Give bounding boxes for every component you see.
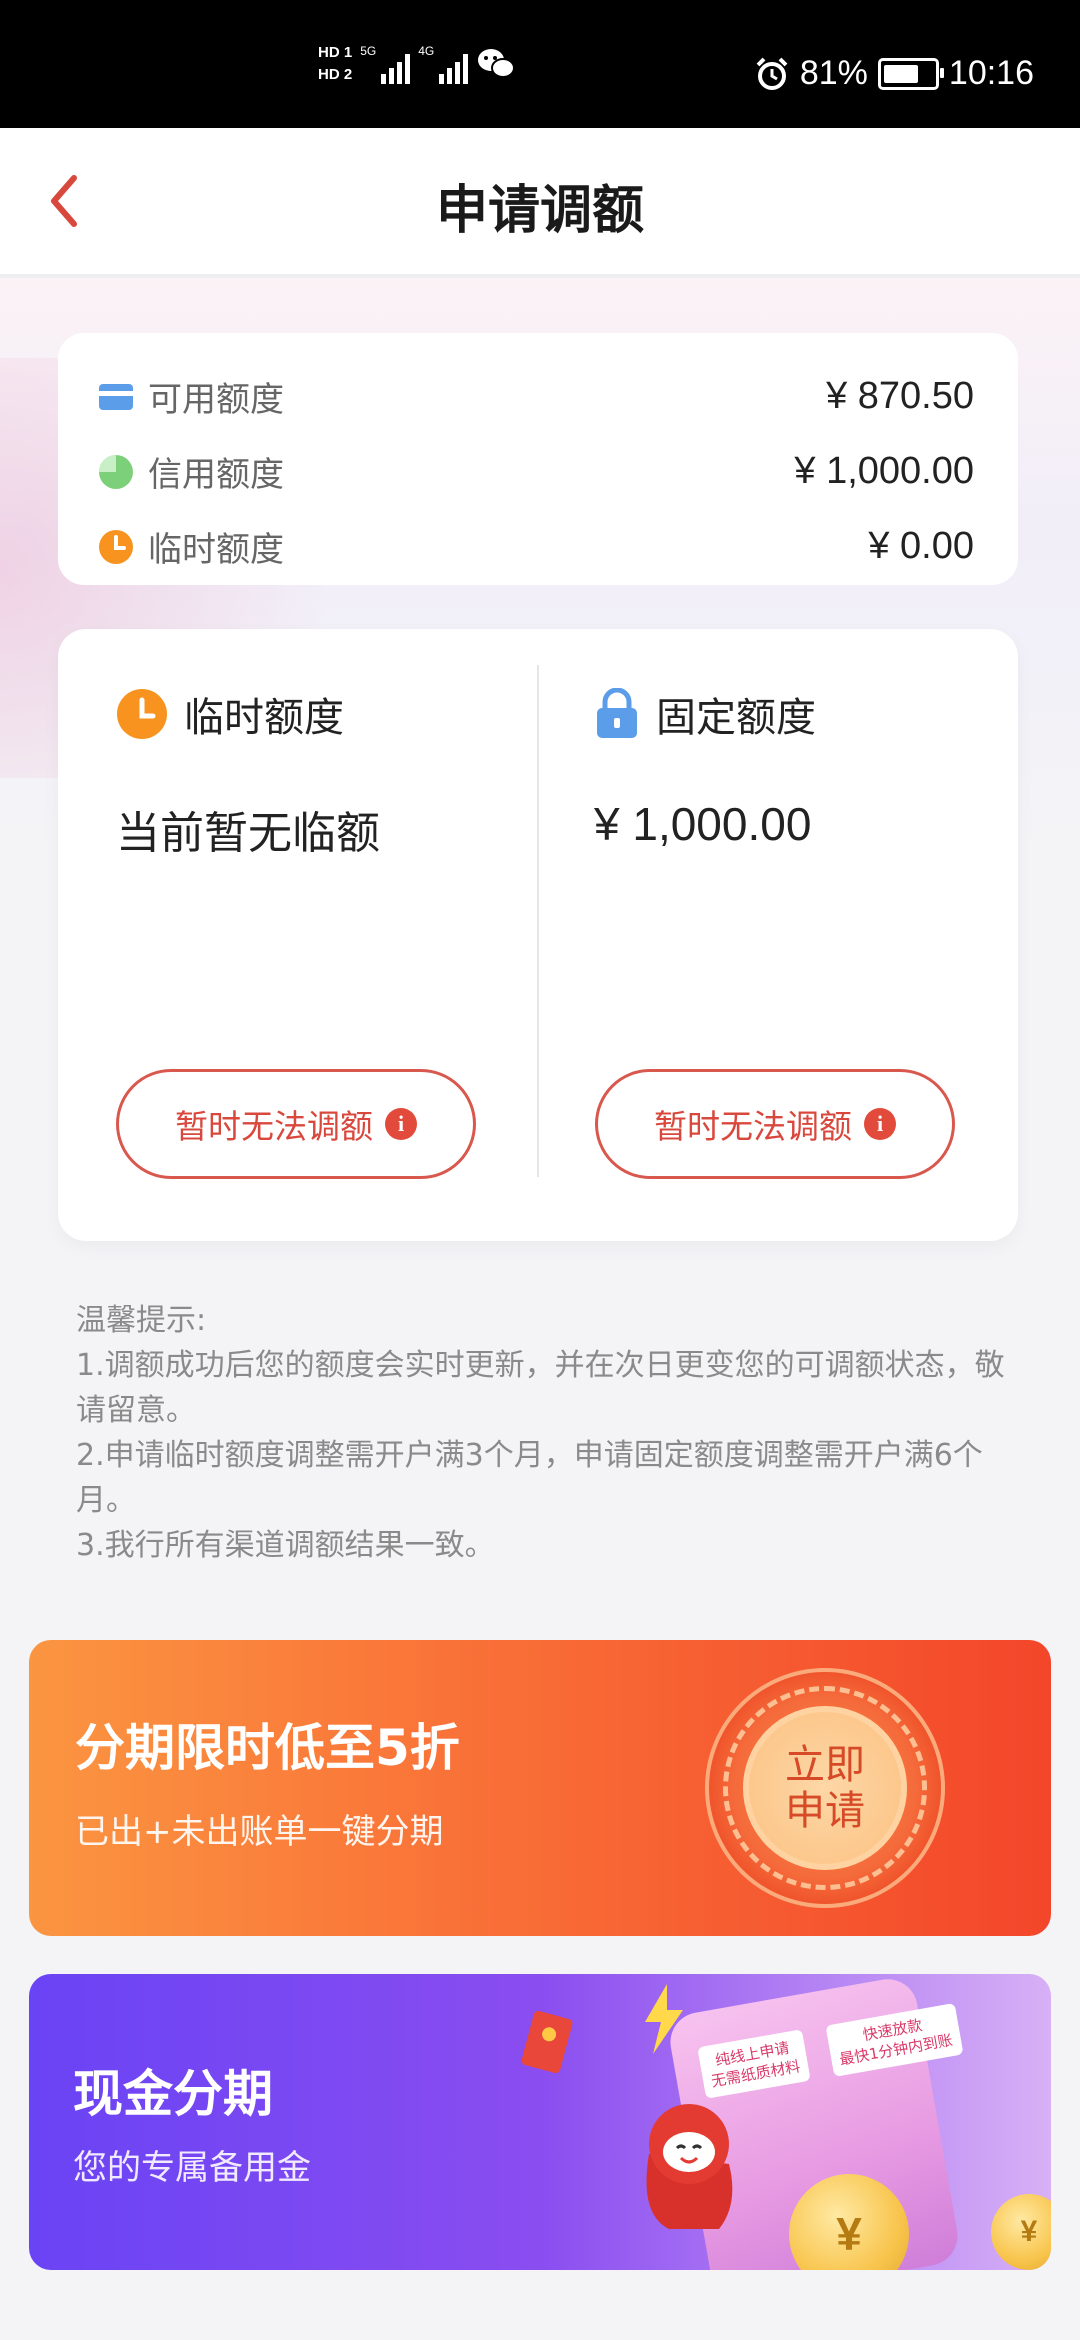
cash-banner-subtitle: 您的专属备用金: [73, 2148, 311, 2188]
red-envelope-icon: [521, 2010, 573, 2074]
info-icon[interactable]: i: [864, 1108, 896, 1140]
summary-row-credit: 信用额度 ¥ 1,000.00: [98, 434, 974, 509]
summary-label: 临时额度: [148, 530, 284, 570]
summary-value: ¥ 1,000.00: [794, 450, 974, 492]
installment-banner[interactable]: 分期限时低至5折 已出+未出账单一键分期 立即 申请: [29, 1640, 1051, 1936]
installment-banner-title: 分期限时低至5折: [75, 1719, 460, 1777]
cash-banner-title: 现金分期: [73, 2065, 273, 2123]
temporary-quota-value: 当前暂无临额: [116, 808, 380, 859]
fixed-adjust-button[interactable]: 暂时无法调额 i: [595, 1069, 955, 1179]
wechat-icon: [478, 49, 516, 78]
temporary-quota-title: 临时额度: [184, 695, 344, 741]
tip-item: 1.调额成功后您的额度会实时更新，并在次日更变您的可调额状态，敬请留意。: [76, 1348, 1005, 1428]
summary-label: 信用额度: [148, 455, 284, 495]
alarm-icon: [756, 57, 788, 90]
fixed-quota-value: ¥ 1,000.00: [594, 798, 812, 850]
battery-icon: [877, 57, 944, 90]
summary-label: 可用额度: [148, 380, 284, 420]
info-icon[interactable]: i: [385, 1108, 417, 1140]
quota-card: 临时额度 当前暂无临额 暂时无法调额 i 固定额度 ¥ 1,000.00 暂时无…: [58, 629, 1018, 1241]
temporary-quota-panel: 临时额度 当前暂无临额 暂时无法调额 i: [58, 629, 538, 1241]
apply-now-badge: 立即 申请: [743, 1706, 907, 1870]
button-label: 暂时无法调额: [175, 1107, 373, 1146]
apply-line-2: 申请: [785, 1788, 865, 1834]
apply-now-button[interactable]: 立即 申请: [705, 1668, 945, 1908]
coin-glyph: ¥: [836, 2208, 862, 2260]
fixed-quota-header: 固定额度: [594, 685, 816, 743]
battery-percent: 81%: [799, 54, 868, 92]
button-label: 暂时无法调额: [654, 1107, 852, 1146]
summary-row-temporary: 临时额度 ¥ 0.00: [98, 509, 974, 584]
summary-row-available: 可用额度 ¥ 870.50: [98, 359, 974, 434]
signal-icon-2: 4G: [418, 44, 469, 84]
network-indicators: HD 1 HD 2 5G 4G: [318, 44, 516, 84]
status-bar: HD 1 HD 2 5G 4G 81% 10:16: [0, 0, 1080, 128]
fixed-quota-title: 固定额度: [656, 695, 816, 741]
cash-installment-banner[interactable]: 现金分期 您的专属备用金 纯线上申请 无需纸质材料 快速放款 最快1分钟内到账 …: [29, 1974, 1051, 2270]
network-type-1: 5G: [360, 44, 377, 58]
credit-summary-card: 可用额度 ¥ 870.50 信用额度 ¥ 1,000.00 临时额度 ¥ 0.0…: [58, 333, 1018, 585]
tips-section: 温馨提示: 1.调额成功后您的额度会实时更新，并在次日更变您的可调额状态，敬请留…: [76, 1298, 1016, 1568]
status-right: 81% 10:16: [754, 54, 1034, 93]
clock-icon: [98, 529, 134, 565]
hd-indicator: HD 1 HD 2: [318, 44, 352, 84]
mascot-icon: [646, 2104, 733, 2229]
clock-time: 10:16: [948, 54, 1034, 92]
hd2-label: HD 2: [318, 66, 353, 83]
coin-icon: ¥: [991, 2194, 1051, 2270]
temporary-adjust-button[interactable]: 暂时无法调额 i: [116, 1069, 476, 1179]
tip-item: 3.我行所有渠道调额结果一致。: [76, 1528, 495, 1563]
lock-icon: [597, 688, 637, 738]
apply-line-1: 立即: [785, 1742, 865, 1788]
pie-icon: [98, 454, 134, 490]
tip-item: 2.申请临时额度调整需开户满3个月，申请固定额度调整需开户满6个月。: [76, 1438, 983, 1518]
page-title: 申请调额: [435, 181, 644, 241]
hd1-label: HD 1: [318, 44, 353, 61]
temporary-quota-header: 临时额度: [116, 685, 344, 743]
summary-value: ¥ 0.00: [868, 525, 974, 567]
nav-bar: 申请调额: [0, 128, 1080, 278]
summary-value: ¥ 870.50: [826, 375, 974, 417]
network-type-2: 4G: [418, 44, 435, 58]
signal-icon: 5G: [360, 44, 411, 84]
tips-heading: 温馨提示:: [76, 1303, 207, 1338]
clock-icon: [117, 689, 167, 739]
card-icon: [98, 379, 134, 415]
coin-glyph: ¥: [1020, 2215, 1038, 2248]
installment-banner-subtitle: 已出+未出账单一键分期: [75, 1812, 444, 1852]
fixed-quota-panel: 固定额度 ¥ 1,000.00 暂时无法调额 i: [538, 629, 1018, 1241]
